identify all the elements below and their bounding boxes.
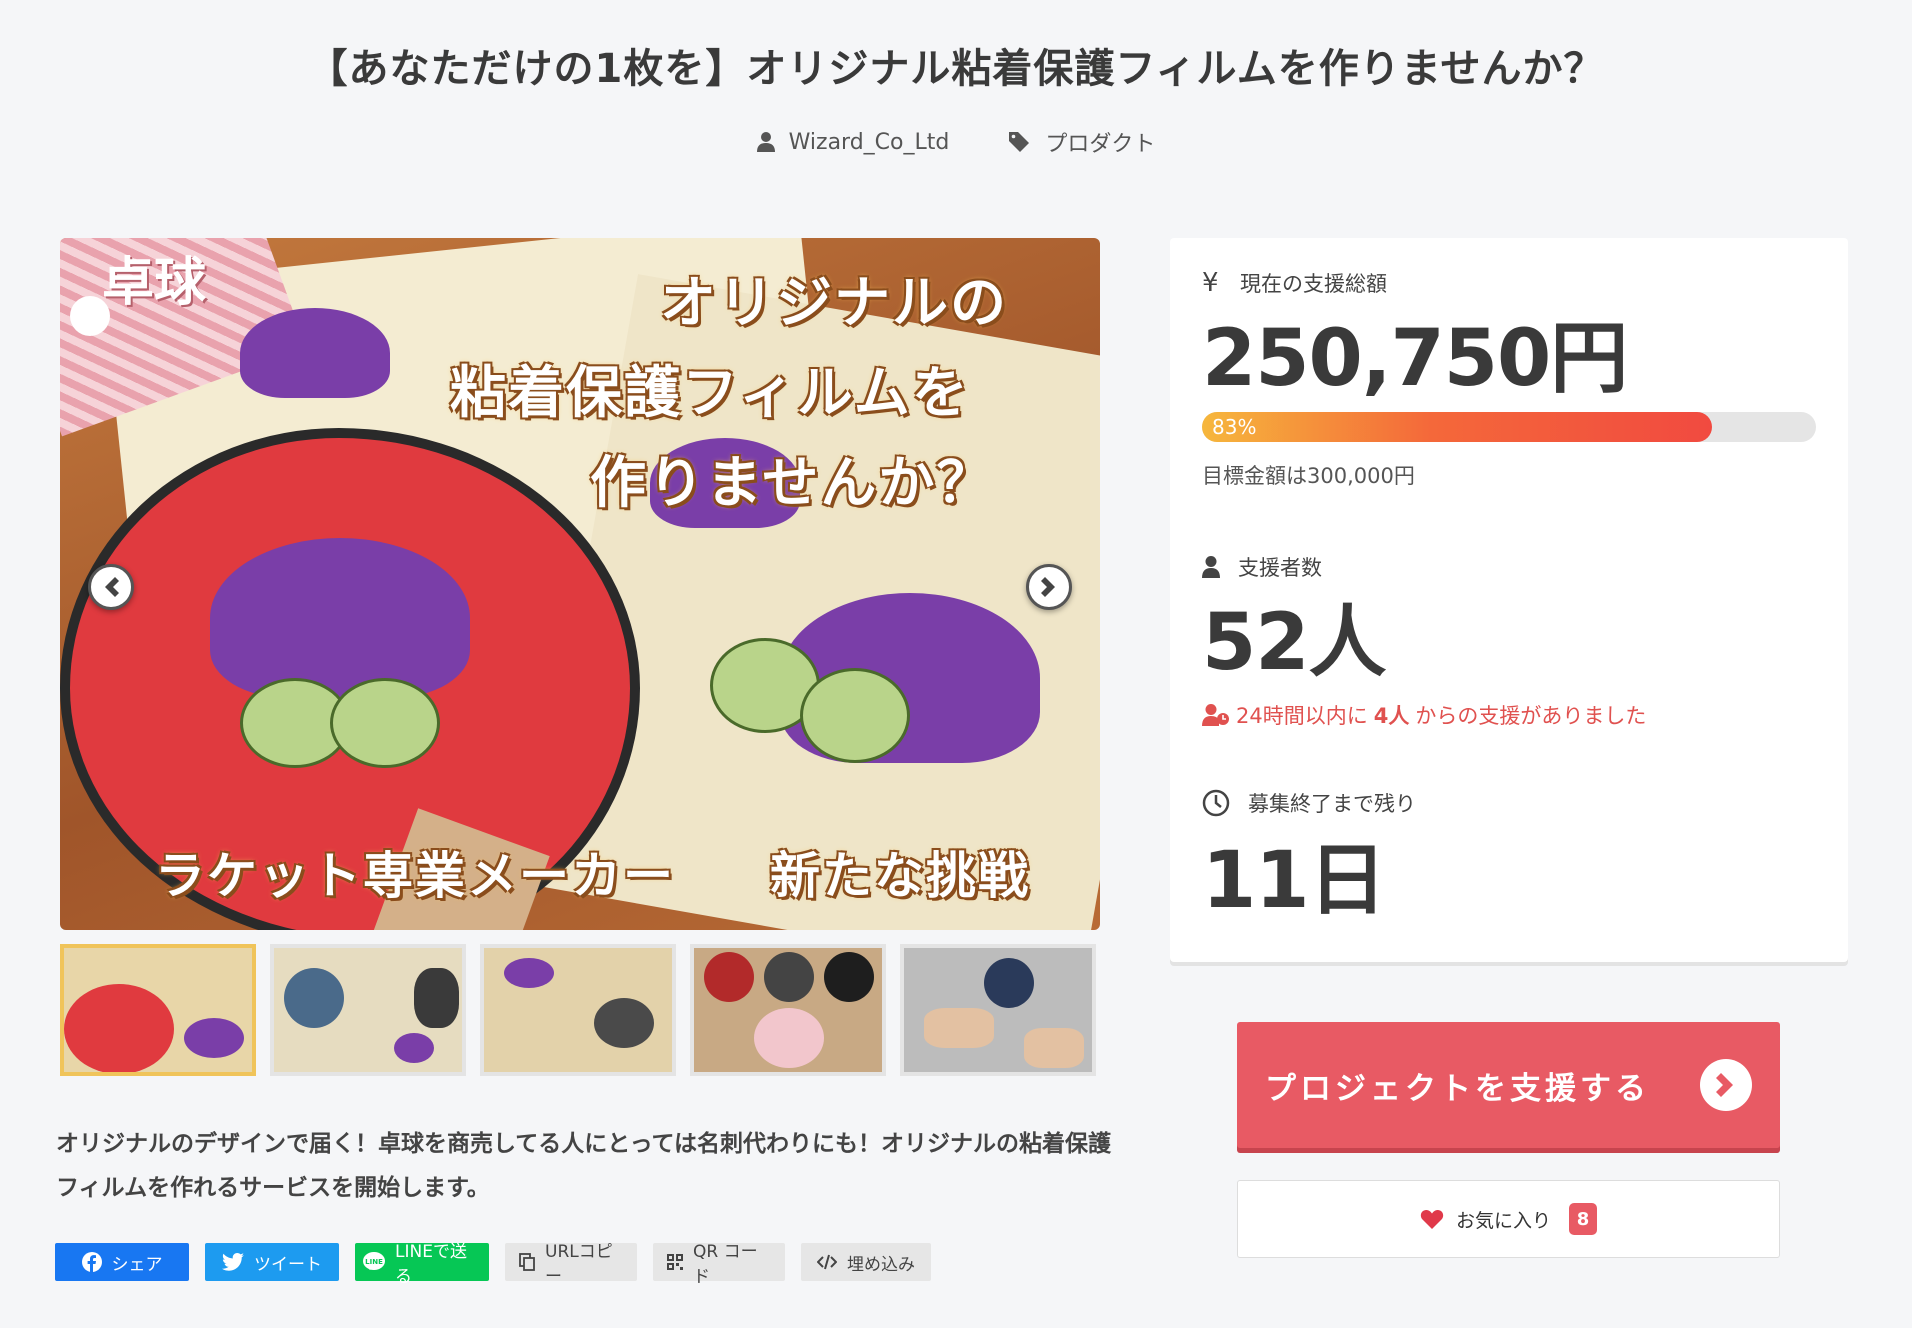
favorite-button[interactable]: お気に入り 8 [1237,1180,1780,1258]
remaining-label: 募集終了まで残り [1248,792,1416,816]
funding-progress-bar: 83% [1202,412,1816,442]
yen-icon: ¥ [1202,268,1219,298]
category-link[interactable]: プロダクト [1009,126,1155,158]
url-copy-label: URLコピー [545,1242,613,1287]
recent-prefix: 24時間以内に [1236,704,1368,728]
thumbnail-5[interactable] [900,944,1096,1076]
total-amount-label-row: ¥ 現在の支援総額 [1202,268,1816,298]
user-clock-icon [1202,704,1229,726]
svg-text:LINE: LINE [365,1258,383,1266]
thumbnail-3[interactable] [480,944,676,1076]
line-share-button[interactable]: LINE LINEで送る [355,1242,489,1287]
image-caption-bottom-left: ラケット専業メーカー [155,847,675,905]
favorite-label: お気に入り [1455,1209,1551,1232]
goal-amount-text: 目標金額は300,000円 [1202,464,1415,488]
author-name: Wizard_Co_Ltd [788,129,950,155]
funding-stats-panel: ¥ 現在の支援総額 250,750円 83% 目標金額は300,000円 支援者… [1170,238,1848,962]
qr-code-icon [667,1254,683,1270]
line-share-label: LINEで送る [395,1242,467,1287]
code-icon [817,1254,837,1270]
backers-count-value: 52人 [1202,598,1387,688]
embed-label: 埋め込み [847,1254,915,1275]
thumbnail-4[interactable] [690,944,886,1076]
total-amount-label: 現在の支援総額 [1240,272,1387,296]
twitter-share-button[interactable]: ツイート [205,1243,339,1281]
copy-icon [519,1253,535,1271]
thumbnail-1[interactable] [60,944,256,1076]
category-name: プロダクト [1045,132,1156,157]
favorite-count-badge: 8 [1569,1203,1597,1235]
image-hat-3 [240,308,390,398]
image-ball [70,296,110,336]
twitter-share-label: ツイート [254,1254,322,1275]
user-icon [1202,556,1220,578]
facebook-share-button[interactable]: シェア [55,1243,189,1281]
chevron-right-icon [1041,577,1055,597]
image-caption-bottom-right: 新たな挑戦 [770,847,1030,905]
image-thumbnails [60,944,1096,1076]
total-amount-value: 250,750円 [1202,314,1628,404]
clock-icon [1202,789,1230,817]
image-prev-button[interactable] [88,564,134,610]
remaining-label-row: 募集終了まで残り [1202,788,1816,818]
tag-icon [1009,132,1030,152]
funding-progress-text: 83% [1212,415,1257,439]
twitter-bird-icon [222,1253,244,1271]
facebook-icon [81,1252,102,1272]
heart-icon [1420,1209,1444,1229]
recent-suffix: からの支援がありました [1415,704,1647,728]
image-caption-line2: 粘着保護フィルムを [450,361,970,426]
image-hat-1 [210,538,470,698]
page-title: 【あなただけの1枚を】オリジナル粘着保護フィルムを作りませんか？ [307,46,1605,92]
image-caption-line3: 作りませんか？ [590,451,995,516]
project-meta: Wizard_Co_Ltd プロダクト [0,126,1912,158]
image-leaf-2 [330,678,440,768]
line-icon: LINE [363,1252,385,1270]
thumbnail-2[interactable] [270,944,466,1076]
backers-label: 支援者数 [1238,556,1322,580]
user-icon [756,132,775,152]
qr-code-button[interactable]: QR コード [653,1242,785,1287]
facebook-share-label: シェア [111,1254,163,1275]
embed-button[interactable]: 埋め込み [801,1243,931,1281]
image-tag-text: 卓球 [102,253,207,313]
project-main-image: 卓球 オリジナルの 粘着保護フィルムを 作りませんか？ ラケット専業メーカー 新… [60,238,1100,930]
project-description: オリジナルのデザインで届く！卓球を商売してる人にとっては名刺代わりにも！オリジナ… [56,1131,1112,1201]
url-copy-button[interactable]: URLコピー [505,1242,637,1287]
image-caption-line1: オリジナルの [660,271,1008,336]
chevron-circle-right-icon [1700,1059,1752,1111]
remaining-days-value: 11日 [1202,836,1387,926]
qr-code-label: QR コード [693,1242,758,1287]
support-project-button[interactable]: プロジェクトを支援する [1237,1022,1780,1148]
funding-progress-fill [1202,412,1712,442]
author-link[interactable]: Wizard_Co_Ltd [756,126,950,158]
chevron-left-icon [105,577,119,597]
image-next-button[interactable] [1026,564,1072,610]
support-button-label: プロジェクトを支援する [1265,1070,1650,1107]
recent-count: 4人 [1373,704,1410,728]
image-leaf-4 [800,668,910,763]
share-buttons: シェア ツイート LINE LINEで送る URLコピー QR コード 埋め込み [55,1242,931,1287]
backers-label-row: 支援者数 [1202,552,1816,582]
recent-backers-notice: 24時間以内に 4人 からの支援がありました [1202,700,1816,730]
